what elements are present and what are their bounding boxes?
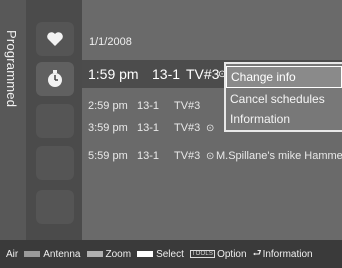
heart-icon: [47, 32, 63, 46]
icon-slot-favorite[interactable]: [36, 22, 74, 56]
timer-icon: [48, 70, 62, 87]
menu-item-cancel-schedules[interactable]: Cancel schedules: [230, 92, 325, 106]
row-source: TV#3: [174, 122, 201, 134]
schedule-date: 1/1/2008: [89, 36, 132, 48]
footer-antenna-label: Antenna: [43, 248, 81, 260]
icon-slot-empty-2[interactable]: [36, 146, 74, 180]
info-key-icon: ⮐: [252, 247, 262, 259]
footer-zoom-label: Zoom: [105, 248, 132, 260]
row-source: TV#3: [186, 66, 220, 82]
menu-item-change-info[interactable]: Change info: [226, 66, 342, 88]
row-channel: 13-1: [137, 122, 160, 134]
menu-item-information[interactable]: Information: [230, 112, 290, 126]
footer-option[interactable]: TOOLS Option: [189, 248, 247, 260]
side-tab-title: Programmed: [4, 30, 19, 108]
tools-key-icon: TOOLS: [189, 250, 216, 258]
icon-slot-empty-3[interactable]: [36, 190, 74, 224]
tools-popup-menu: Change info Cancel schedules Information: [224, 62, 342, 132]
clock-icon: ⊙: [206, 122, 215, 134]
row-source: TV#3: [174, 100, 201, 112]
footer-information-label: Information: [262, 248, 313, 260]
row-time: 1:59 pm: [88, 66, 139, 82]
footer-information[interactable]: ⮐ Information: [253, 246, 313, 263]
row-channel: 13-1: [137, 100, 160, 112]
antenna-color-key-icon: [24, 251, 41, 257]
row-time: 5:59 pm: [88, 150, 128, 162]
footer-select[interactable]: Select: [137, 249, 184, 260]
footer-zoom[interactable]: Zoom: [86, 248, 132, 260]
schedule-row[interactable]: 5:59 pm 13-1 TV#3 ⊙ M.Spillane's mike Ha…: [82, 144, 342, 168]
icon-column: [26, 0, 82, 240]
footer-antenna[interactable]: Antenna: [24, 248, 81, 260]
clock-icon: ⊙: [206, 150, 215, 162]
footer-option-label: Option: [217, 248, 247, 260]
side-tab: Programmed: [0, 0, 26, 240]
icon-slot-empty-1[interactable]: [36, 104, 74, 138]
row-source: TV#3: [174, 150, 201, 162]
select-color-key-icon: [137, 251, 154, 257]
row-channel: 13-1: [137, 150, 160, 162]
button-guide-bar: Air Antenna Zoom Select TOOLS Option ⮐ I…: [0, 240, 342, 268]
footer-air: Air: [6, 248, 19, 260]
row-program: M.Spillane's mike Hammer: [216, 150, 342, 162]
row-time: 3:59 pm: [88, 122, 128, 134]
zoom-color-key-icon: [86, 251, 103, 257]
tv-screen: Programmed 1/1/2008 1:59 pm 13-1 TV#3 ⊙: [0, 0, 342, 268]
row-time: 2:59 pm: [88, 100, 128, 112]
icon-slot-timer[interactable]: [36, 62, 74, 96]
row-channel: 13-1: [152, 66, 181, 82]
footer-select-label: Select: [156, 248, 184, 260]
